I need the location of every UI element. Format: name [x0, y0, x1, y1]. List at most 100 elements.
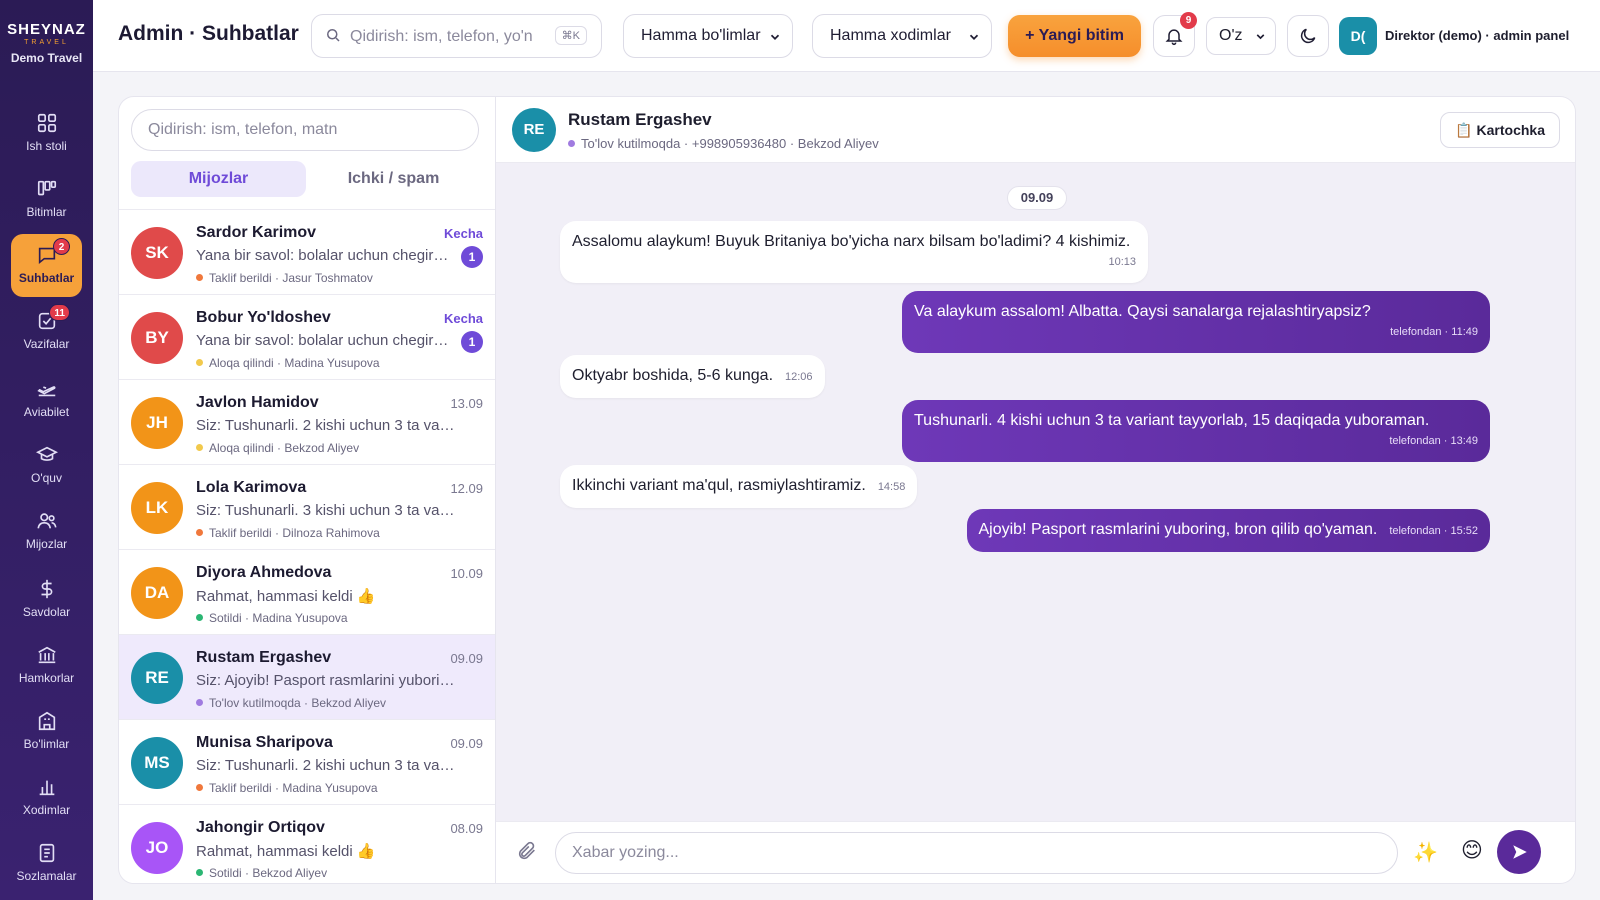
message-text: Va alaykum assalom! Albatta. Qaysi sanal…	[914, 303, 1371, 320]
conversation-item[interactable]: LK Lola Karimova 12.09 Siz: Tushunarli. …	[119, 465, 495, 550]
deal-meta: Taklif berildi · Madina Yusupova	[196, 781, 378, 795]
last-message-preview: Yana bir savol: bolalar uchun chegirma b…	[196, 247, 458, 264]
deal-status: To'lov kutilmoqda	[581, 136, 681, 151]
brand-name: SHEYNAZ	[7, 21, 86, 38]
message-time: 12:06	[785, 371, 813, 383]
users-icon	[36, 513, 57, 529]
nav-label: Vazifalar	[23, 337, 70, 351]
global-search-input[interactable]	[350, 25, 550, 49]
employees-select[interactable]: Hamma xodimlar	[812, 14, 992, 58]
theme-toggle-button[interactable]	[1287, 15, 1329, 57]
sparkle-icon[interactable]: ✨	[1413, 840, 1438, 865]
message-input-field[interactable]	[572, 833, 1381, 873]
deal-meta: Sotildi · Bekzod Aliyev	[196, 866, 327, 880]
language-select[interactable]: O'z	[1206, 17, 1276, 55]
notifications-button[interactable]: 9	[1153, 12, 1197, 57]
avatar: BY	[131, 312, 183, 364]
agent-name: Madina Yusupova	[284, 356, 380, 370]
agent-name: Bekzod Aliyev	[284, 441, 360, 455]
clipboard-icon: 📋	[1455, 122, 1473, 138]
avatar: RE	[131, 652, 183, 704]
contact-name: Sardor Karimov	[196, 224, 317, 241]
nav-item-oquv[interactable]: O'quv	[11, 434, 82, 497]
last-message-preview: Siz: Tushunarli. 3 kishi uchun 3 ta vari…	[196, 502, 458, 519]
nav-item-aviabilet[interactable]: Aviabilet	[11, 368, 82, 431]
last-message-time: 09.09	[450, 651, 483, 666]
conversation-item-selected[interactable]: RE Rustam Ergashev 09.09 Siz: Ajoyib! Pa…	[119, 635, 495, 720]
nav-item-sozlamalar[interactable]: Sozlamalar	[11, 832, 82, 895]
tab-ichki-spam[interactable]: Ichki / spam	[306, 161, 481, 197]
nav-item-bolimlar[interactable]: Bo'limlar	[11, 700, 82, 763]
brand-logo[interactable]: SHEYNAZ TRAVEL Demo Travel	[0, 0, 93, 78]
contact-name: Javlon Hamidov	[196, 394, 319, 411]
last-message-time: 08.09	[450, 821, 483, 836]
emoji-icon[interactable]: 😊	[1461, 838, 1483, 863]
deal-meta: Aloqa qilindi · Bekzod Aliyev	[196, 441, 359, 455]
message-text: Ikkinchi variant ma'qul, rasmiylashtiram…	[572, 477, 866, 494]
last-message-preview: Siz: Tushunarli. 2 kishi uchun 3 ta vari…	[196, 757, 458, 774]
status-dot	[196, 614, 203, 621]
nav-item-bitimlar[interactable]: Bitimlar	[11, 168, 82, 231]
contact-phone: +998905936480	[691, 136, 787, 151]
nav-label: Aviabilet	[23, 405, 70, 419]
conversation-item[interactable]: JH Javlon Hamidov 13.09 Siz: Tushunarli.…	[119, 380, 495, 465]
nav-label: Savdolar	[22, 605, 71, 619]
status-dot	[196, 359, 203, 366]
contact-name: Munisa Sharipova	[196, 734, 333, 751]
tab-mijozlar[interactable]: Mijozlar	[131, 161, 306, 197]
message-incoming: Oktyabr boshida, 5-6 kunga. 12:06	[560, 355, 825, 398]
user-role: Direktor (demo) · admin panel	[1385, 28, 1570, 43]
new-deal-button[interactable]: + Yangi bitim	[1008, 15, 1141, 57]
deal-meta: Taklif berildi · Dilnoza Rahimova	[196, 526, 380, 540]
chat-list-panel: Mijozlar Ichki / spam SK Sardor Karimov …	[118, 96, 496, 884]
nav-item-savdolar[interactable]: Savdolar	[11, 568, 82, 631]
send-icon	[1513, 845, 1527, 859]
contact-card-button[interactable]: 📋 Kartochka	[1440, 112, 1560, 148]
last-message-time: 12.09	[450, 481, 483, 496]
send-button[interactable]	[1497, 830, 1541, 874]
status-dot	[196, 529, 203, 536]
conversation-item[interactable]: MS Munisa Sharipova 09.09 Siz: Tushunarl…	[119, 720, 495, 805]
user-avatar[interactable]: D(	[1339, 17, 1377, 55]
conversation-item[interactable]: JO Jahongir Ortiqov 08.09 Rahmat, hammas…	[119, 805, 495, 883]
last-message-time: 13.09	[450, 396, 483, 411]
conversation-item[interactable]: SK Sardor Karimov Kecha Yana bir savol: …	[119, 210, 495, 295]
message-time: 14:58	[877, 481, 906, 493]
last-message-time: Kecha	[443, 311, 483, 326]
nav-item-ish-stoli[interactable]: Ish stoli	[11, 102, 82, 165]
nav-item-vazifalar[interactable]: Vazifalar 11	[11, 300, 82, 363]
nav-item-hamkorlar[interactable]: Hamkorlar	[11, 634, 82, 697]
global-search[interactable]: ⌘K	[311, 14, 602, 58]
deal-status: Taklif berildi	[209, 781, 272, 795]
conversation-item[interactable]: BY Bobur Yo'ldoshev Kecha Yana bir savol…	[119, 295, 495, 380]
last-message-time: 10.09	[450, 566, 483, 581]
nav-item-suhbatlar[interactable]: Suhbatlar 2	[11, 234, 82, 297]
message-time: 10:13	[1108, 256, 1136, 268]
contact-name: Rustam Ergashev	[568, 110, 712, 129]
message-input[interactable]	[555, 832, 1398, 874]
unread-badge: 2	[53, 238, 70, 255]
contact-name: Rustam Ergashev	[196, 649, 332, 666]
bank-icon	[37, 646, 56, 664]
chat-panel: RE Rustam Ergashev To'lov kutilmoqda · +…	[496, 96, 1576, 884]
nav-label: Hamkorlar	[18, 671, 75, 685]
message-text: Ajoyib! Pasport rasmlarini yuboring, bro…	[978, 521, 1378, 538]
nav-item-mijozlar[interactable]: Mijozlar	[11, 500, 82, 563]
nav-label: Sozlamalar	[16, 869, 77, 883]
message-outgoing: Tushunarli. 4 kishi uchun 3 ta variant t…	[902, 400, 1490, 462]
nav-item-xodimlar[interactable]: Xodimlar	[11, 766, 82, 829]
agent-name: Dilnoza Rahimova	[282, 526, 380, 540]
page-title: Admin · Suhbatlar	[118, 22, 299, 45]
conversation-item[interactable]: DA Diyora Ahmedova 10.09 Rahmat, hammasi…	[119, 550, 495, 635]
notifications-badge: 9	[1180, 12, 1197, 29]
deal-status: Aloqa qilindi	[209, 356, 274, 370]
paperclip-icon[interactable]	[516, 840, 538, 862]
chat-search-input[interactable]	[148, 110, 462, 150]
avatar: SK	[131, 227, 183, 279]
departments-select[interactable]: Hamma bo'limlar	[623, 14, 793, 58]
search-icon	[327, 29, 340, 42]
chat-search[interactable]	[131, 109, 479, 151]
nav-label: Xodimlar	[22, 803, 71, 817]
deal-status: To'lov kutilmoqda	[209, 696, 301, 710]
contact-avatar[interactable]: RE	[512, 108, 556, 152]
